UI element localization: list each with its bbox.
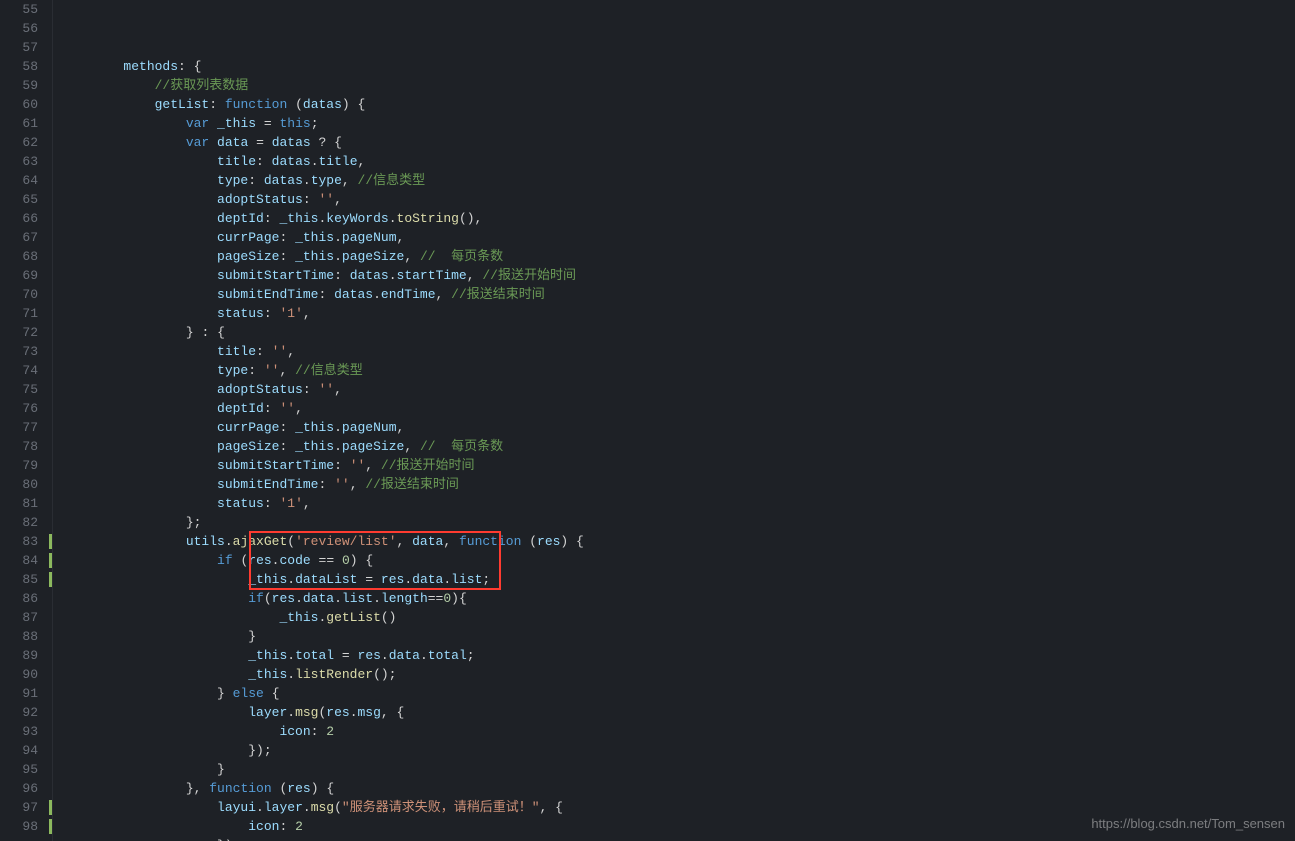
line-number: 65 <box>8 190 38 209</box>
code-area[interactable]: methods: { //获取列表数据 getList: function (d… <box>53 0 1295 841</box>
code-line[interactable]: currPage: _this.pageNum, <box>61 418 1295 437</box>
code-line[interactable]: pageSize: _this.pageSize, // 每页条数 <box>61 437 1295 456</box>
code-line[interactable]: }, function (res) { <box>61 779 1295 798</box>
code-line[interactable]: } <box>61 760 1295 779</box>
code-line[interactable]: adoptStatus: '', <box>61 190 1295 209</box>
line-number: 60 <box>8 95 38 114</box>
code-line[interactable]: _this.total = res.data.total; <box>61 646 1295 665</box>
code-line[interactable]: icon: 2 <box>61 817 1295 836</box>
line-number: 70 <box>8 285 38 304</box>
code-line[interactable]: } else { <box>61 684 1295 703</box>
code-line[interactable]: deptId: '', <box>61 399 1295 418</box>
line-number: 75 <box>8 380 38 399</box>
code-line[interactable]: submitStartTime: datas.startTime, //报送开始… <box>61 266 1295 285</box>
line-number: 62 <box>8 133 38 152</box>
code-line[interactable]: }); <box>61 741 1295 760</box>
line-number: 91 <box>8 684 38 703</box>
line-number: 68 <box>8 247 38 266</box>
line-number: 85 <box>8 570 38 589</box>
code-line[interactable]: title: datas.title, <box>61 152 1295 171</box>
code-line[interactable]: } : { <box>61 323 1295 342</box>
code-line[interactable]: _this.getList() <box>61 608 1295 627</box>
line-number-gutter: 5556575859606162636465666768697071727374… <box>0 0 53 841</box>
line-number: 69 <box>8 266 38 285</box>
code-line[interactable]: var data = datas ? { <box>61 133 1295 152</box>
code-line[interactable]: }); <box>61 836 1295 841</box>
line-number: 57 <box>8 38 38 57</box>
line-number: 71 <box>8 304 38 323</box>
line-number: 77 <box>8 418 38 437</box>
line-number: 67 <box>8 228 38 247</box>
code-line[interactable]: currPage: _this.pageNum, <box>61 228 1295 247</box>
line-number: 74 <box>8 361 38 380</box>
code-line[interactable]: if(res.data.list.length==0){ <box>61 589 1295 608</box>
line-number: 64 <box>8 171 38 190</box>
code-line[interactable]: icon: 2 <box>61 722 1295 741</box>
line-number: 87 <box>8 608 38 627</box>
code-line[interactable]: utils.ajaxGet('review/list', data, funct… <box>61 532 1295 551</box>
code-line[interactable]: if (res.code == 0) { <box>61 551 1295 570</box>
line-number: 84 <box>8 551 38 570</box>
code-line[interactable]: deptId: _this.keyWords.toString(), <box>61 209 1295 228</box>
line-number: 90 <box>8 665 38 684</box>
code-line[interactable]: layer.msg(res.msg, { <box>61 703 1295 722</box>
line-number: 78 <box>8 437 38 456</box>
line-number: 98 <box>8 817 38 836</box>
code-line[interactable]: } <box>61 627 1295 646</box>
code-line[interactable]: _this.dataList = res.data.list; <box>61 570 1295 589</box>
line-number: 92 <box>8 703 38 722</box>
line-number: 56 <box>8 19 38 38</box>
code-line[interactable]: pageSize: _this.pageSize, // 每页条数 <box>61 247 1295 266</box>
code-line[interactable]: type: datas.type, //信息类型 <box>61 171 1295 190</box>
code-line[interactable]: status: '1', <box>61 304 1295 323</box>
code-line[interactable]: var _this = this; <box>61 114 1295 133</box>
code-line[interactable]: _this.listRender(); <box>61 665 1295 684</box>
code-line[interactable]: adoptStatus: '', <box>61 380 1295 399</box>
line-number: 86 <box>8 589 38 608</box>
code-line[interactable]: submitEndTime: datas.endTime, //报送结束时间 <box>61 285 1295 304</box>
line-number: 76 <box>8 399 38 418</box>
line-number: 97 <box>8 798 38 817</box>
line-number: 61 <box>8 114 38 133</box>
line-number: 93 <box>8 722 38 741</box>
line-number: 72 <box>8 323 38 342</box>
code-line[interactable]: }; <box>61 513 1295 532</box>
line-number: 79 <box>8 456 38 475</box>
code-line[interactable]: submitEndTime: '', //报送结束时间 <box>61 475 1295 494</box>
line-number: 63 <box>8 152 38 171</box>
line-number: 88 <box>8 627 38 646</box>
line-number: 80 <box>8 475 38 494</box>
line-number: 89 <box>8 646 38 665</box>
line-number: 81 <box>8 494 38 513</box>
code-line[interactable]: type: '', //信息类型 <box>61 361 1295 380</box>
line-number: 55 <box>8 0 38 19</box>
code-line[interactable]: layui.layer.msg("服务器请求失败，请稍后重试！", { <box>61 798 1295 817</box>
line-number: 59 <box>8 76 38 95</box>
line-number: 73 <box>8 342 38 361</box>
code-line[interactable]: //获取列表数据 <box>61 76 1295 95</box>
line-number: 83 <box>8 532 38 551</box>
line-number: 96 <box>8 779 38 798</box>
code-line[interactable]: submitStartTime: '', //报送开始时间 <box>61 456 1295 475</box>
line-number: 95 <box>8 760 38 779</box>
code-line[interactable]: getList: function (datas) { <box>61 95 1295 114</box>
code-line[interactable]: title: '', <box>61 342 1295 361</box>
code-line[interactable]: status: '1', <box>61 494 1295 513</box>
line-number: 94 <box>8 741 38 760</box>
code-line[interactable]: methods: { <box>61 57 1295 76</box>
line-number: 66 <box>8 209 38 228</box>
line-number: 58 <box>8 57 38 76</box>
line-number: 82 <box>8 513 38 532</box>
code-editor[interactable]: 5556575859606162636465666768697071727374… <box>0 0 1295 841</box>
